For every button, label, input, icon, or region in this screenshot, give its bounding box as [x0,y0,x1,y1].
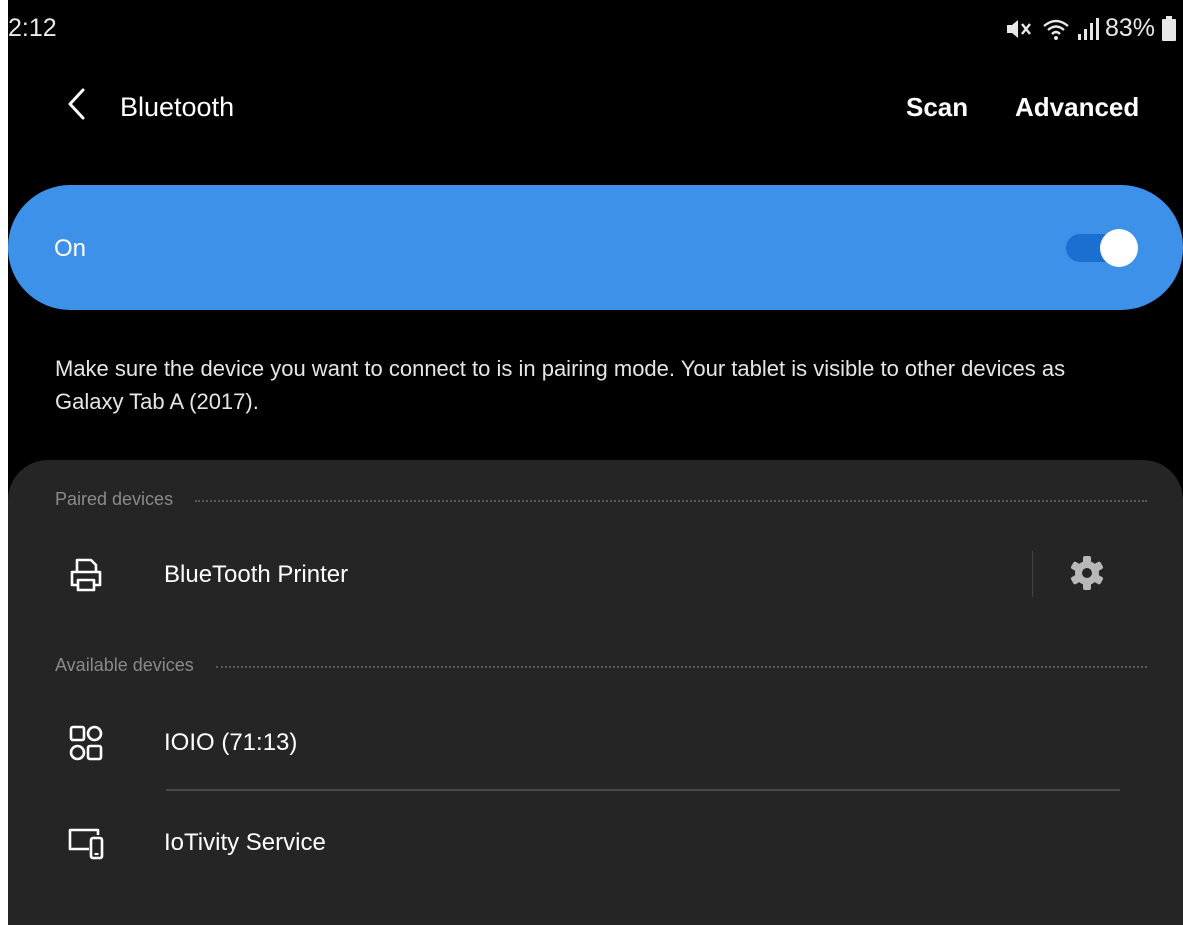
device-settings-button[interactable] [1060,553,1114,597]
battery-icon [1161,15,1177,42]
section-label: Available devices [55,654,194,675]
scan-button[interactable]: Scan [906,92,968,123]
gear-icon [1067,553,1107,598]
battery-percent: 83% [1104,14,1155,42]
paired-devices-header: Paired devices [55,486,1147,512]
device-list-card: Paired devices BlueTooth Printer Availab… [8,460,1183,925]
bluetooth-master-switch-bar[interactable]: On [8,185,1183,310]
toggle-knob [1100,229,1138,267]
bluetooth-toggle[interactable] [1066,229,1138,267]
mute-icon [1005,17,1035,41]
available-devices-header: Available devices [55,652,1147,678]
advanced-button[interactable]: Advanced [1015,92,1139,123]
section-divider [195,500,1147,502]
device-name: IoTivity Service [164,829,326,856]
back-button[interactable] [52,82,100,130]
printer-icon [66,555,106,595]
status-time: 2:12 [8,14,57,42]
page-title: Bluetooth [120,92,235,122]
list-divider [166,789,1120,791]
section-label: Paired devices [55,488,174,509]
device-name: IOIO (71:13) [164,729,298,756]
wifi-icon [1041,17,1071,41]
chevron-left-icon [65,87,87,126]
switch-state-label: On [54,235,87,262]
status-icons: 83% [1005,14,1177,43]
signal-icon [1077,17,1099,41]
device-row-bluetooth-printer[interactable]: BlueTooth Printer [8,535,1183,615]
bluetooth-settings-screen: 2:12 83% Bluetooth Scan Advanced On Make… [8,0,1183,925]
generic-device-icon [66,723,106,763]
pairing-description: Make sure the device you want to connect… [55,356,1066,414]
device-row-iotivity-service[interactable]: IoTivity Service [8,803,1183,883]
devices-icon [66,823,106,863]
device-row-ioio[interactable]: IOIO (71:13) [8,703,1183,783]
device-name: BlueTooth Printer [164,561,349,588]
section-divider [215,666,1147,668]
row-divider [1032,551,1033,597]
